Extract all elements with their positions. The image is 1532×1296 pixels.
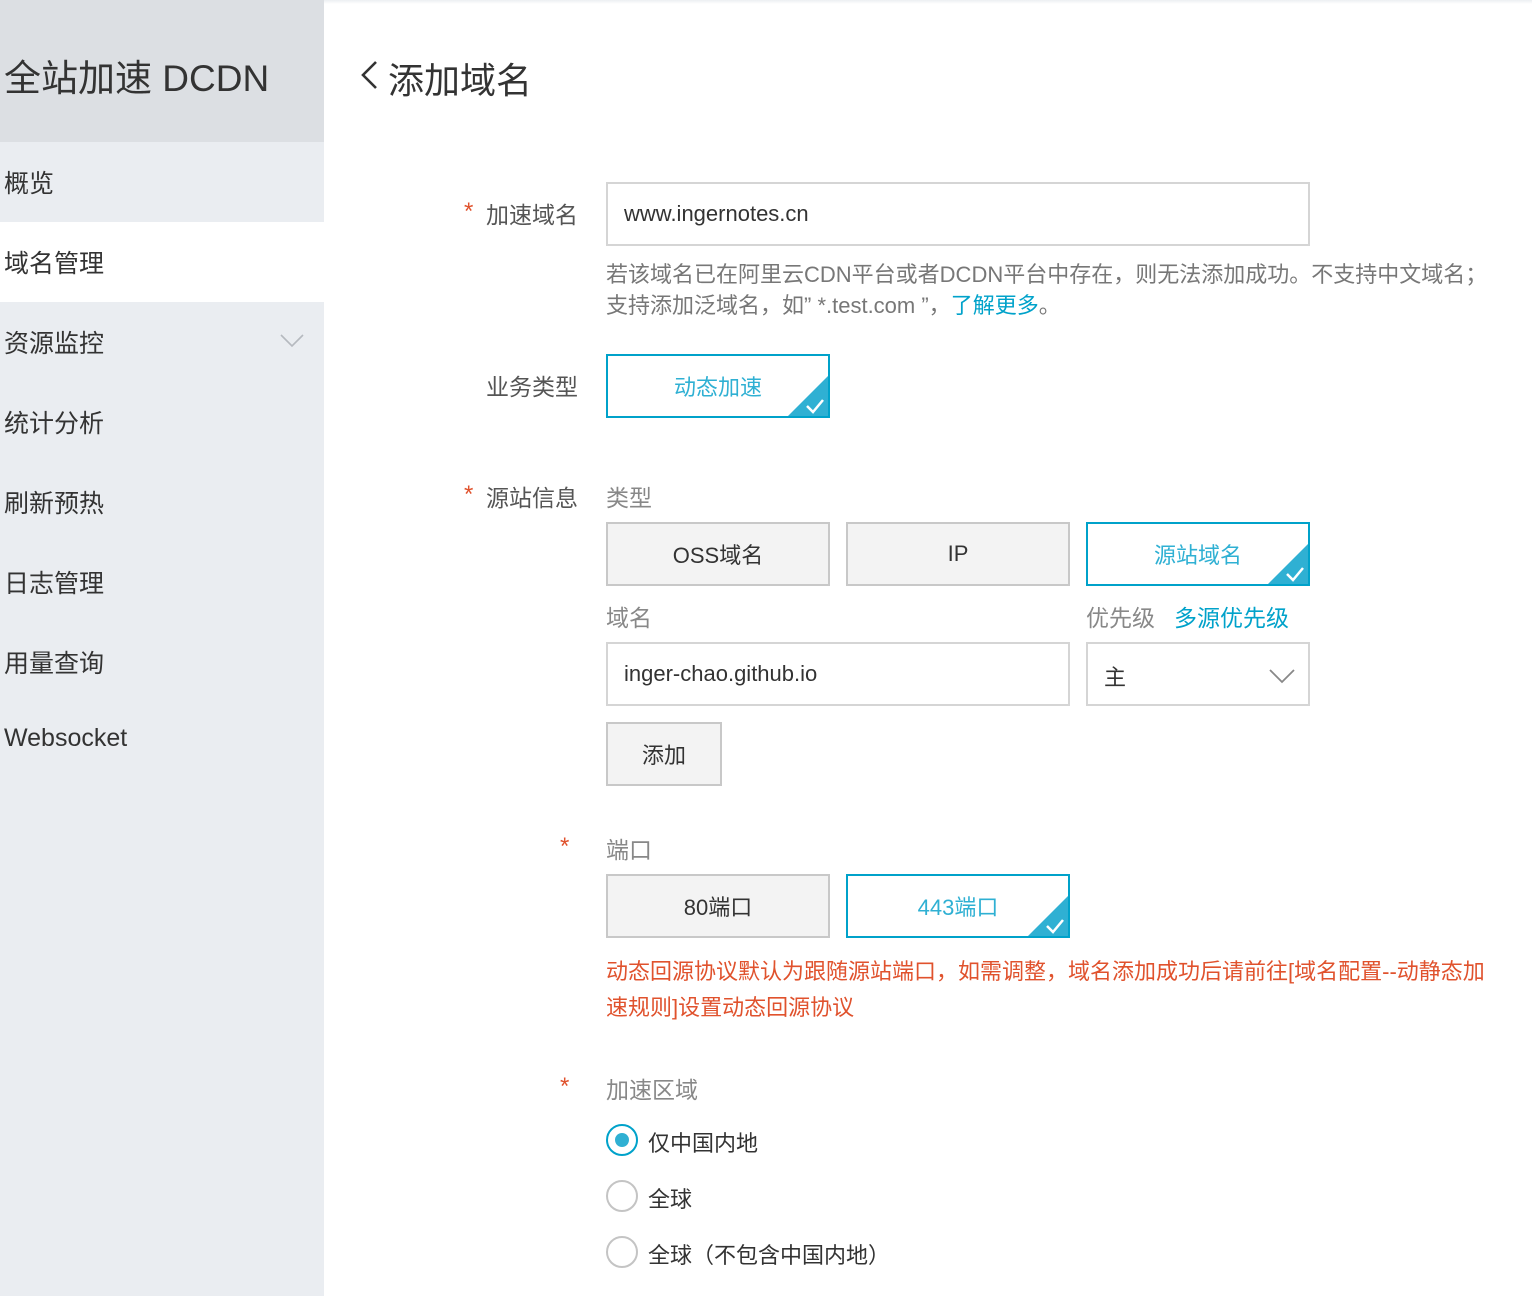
port-80-option[interactable]: 80端口 [606, 874, 830, 938]
sidebar-item-overview[interactable]: 概览 [0, 142, 324, 222]
option-label: 80端口 [683, 895, 753, 920]
sidebar-item-label: 域名管理 [4, 250, 105, 278]
sidebar-item-label: 概览 [4, 170, 55, 198]
business-type-label: 业务类型 [486, 374, 578, 400]
add-origin-button[interactable]: 添加 [606, 722, 722, 786]
sidebar-item-logs[interactable]: 日志管理 [0, 542, 324, 622]
region-label: 加速区域 [606, 1077, 698, 1103]
priority-select-value: 主 [1104, 665, 1127, 690]
radio-button[interactable] [606, 1236, 638, 1268]
origin-label: 源站信息 [486, 485, 578, 511]
origin-type-ip-option[interactable]: IP [846, 522, 1070, 586]
sidebar-item-websocket[interactable]: Websocket [0, 702, 324, 782]
sidebar-item-label: 用量查询 [4, 650, 105, 678]
radio-button[interactable] [606, 1180, 638, 1212]
option-label: IP [947, 541, 969, 566]
required-mark: * [560, 1073, 570, 1100]
domain-help-end: 。 [1038, 293, 1061, 318]
required-mark: * [464, 198, 474, 225]
chevron-down-icon [280, 334, 304, 348]
origin-domain-label: 域名 [606, 605, 652, 631]
check-corner-icon [788, 376, 828, 416]
sidebar-item-usage[interactable]: 用量查询 [0, 622, 324, 702]
learn-more-link[interactable]: 了解更多 [951, 293, 1039, 318]
domain-input[interactable]: www.ingernotes.cn [606, 182, 1310, 246]
radio-label: 全球（不包含中国内地） [648, 1243, 891, 1268]
sidebar-item-label: 资源监控 [4, 330, 105, 358]
priority-label: 优先级 [1086, 605, 1155, 631]
origin-type-domain-option[interactable]: 源站域名 [1086, 522, 1310, 586]
multi-origin-priority-link[interactable]: 多源优先级 [1174, 599, 1289, 633]
sidebar-item-label: Websocket [4, 724, 128, 752]
radio-label: 仅中国内地 [648, 1131, 759, 1156]
origin-type-label: 类型 [606, 485, 652, 511]
sidebar-item-label: 统计分析 [4, 410, 105, 438]
chevron-down-icon [1269, 669, 1295, 684]
back-arrow-icon[interactable] [358, 58, 382, 92]
check-corner-icon [1028, 896, 1068, 936]
page-title: 添加域名 [388, 60, 533, 101]
origin-domain-input[interactable]: inger-chao.github.io [606, 642, 1070, 706]
sidebar: 全站加速 DCDN 概览 域名管理 资源监控 统计分析 刷新预热 日志管理 用量… [0, 0, 324, 1296]
port-443-option[interactable]: 443端口 [846, 874, 1070, 938]
sidebar-item-label: 刷新预热 [4, 490, 105, 518]
sidebar-item-label: 日志管理 [4, 570, 105, 598]
option-label: OSS域名 [672, 543, 764, 568]
port-label: 端口 [606, 837, 652, 863]
sidebar-item-statistics[interactable]: 统计分析 [0, 382, 324, 462]
origin-type-oss-option[interactable]: OSS域名 [606, 522, 830, 586]
sidebar-item-domain-management[interactable]: 域名管理 [0, 222, 324, 302]
sidebar-item-refresh-prefetch[interactable]: 刷新预热 [0, 462, 324, 542]
sidebar-header: 全站加速 DCDN [0, 0, 324, 142]
radio-button-checked[interactable] [606, 1124, 638, 1156]
option-label: 443端口 [917, 895, 999, 920]
priority-select[interactable]: 主 [1086, 642, 1310, 706]
sidebar-item-resource-monitoring[interactable]: 资源监控 [0, 302, 324, 382]
option-label: 动态加速 [673, 375, 762, 400]
domain-help-text: 若该域名已在阿里云CDN平台或者DCDN平台中存在，则无法添加成功。不支持中文域… [606, 259, 1506, 321]
top-divider [324, 0, 1532, 4]
product-title: 全站加速 DCDN [4, 58, 270, 99]
check-corner-icon [1268, 544, 1308, 584]
business-type-dynamic-option[interactable]: 动态加速 [606, 354, 830, 418]
domain-label: 加速域名 [486, 202, 578, 228]
required-mark: * [560, 833, 570, 860]
option-label: 源站域名 [1153, 543, 1242, 568]
required-mark: * [464, 481, 474, 508]
port-warning-text: 动态回源协议默认为跟随源站端口，如需调整，域名添加成功后请前往[域名配置--动静… [606, 959, 1485, 1020]
radio-label: 全球 [648, 1187, 693, 1212]
